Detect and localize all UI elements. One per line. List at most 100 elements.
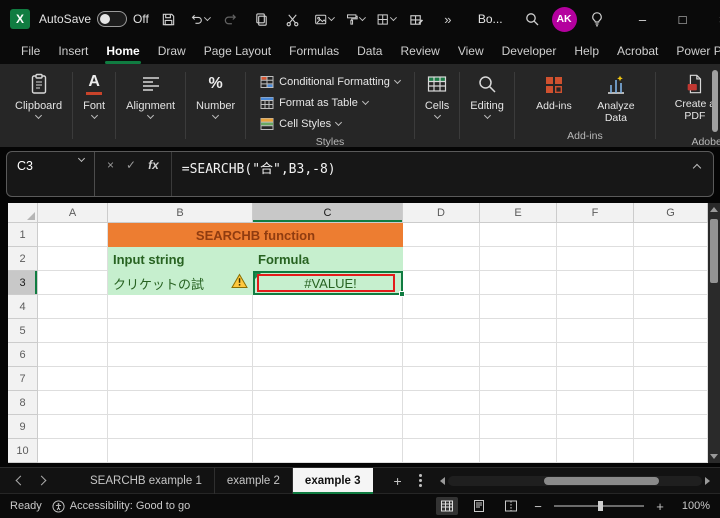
scroll-up-arrow-icon[interactable] <box>710 207 718 212</box>
hscroll-left-arrow-icon[interactable] <box>440 477 445 485</box>
maximize-button[interactable]: □ <box>663 0 703 38</box>
cell-A8[interactable] <box>38 391 108 415</box>
status-mode[interactable]: Ready <box>10 500 42 512</box>
page-layout-view-button[interactable] <box>468 497 490 515</box>
cell-C5[interactable] <box>253 319 403 343</box>
cell-A2[interactable] <box>38 247 108 271</box>
cell-G1[interactable] <box>634 223 708 247</box>
insert-function-button[interactable]: fx <box>148 158 159 174</box>
column-header-D[interactable]: D <box>403 203 480 223</box>
cancel-button[interactable]: × <box>107 158 114 174</box>
row-header-4[interactable]: 4 <box>8 295 38 319</box>
row-header-3[interactable]: 3 <box>8 271 38 295</box>
cell-b1-c1-merged-title[interactable]: SEARCHB function <box>108 223 403 247</box>
error-options-button[interactable] <box>231 273 248 289</box>
cell-D4[interactable] <box>403 295 480 319</box>
addins-button[interactable]: Add-ins <box>525 71 583 112</box>
conditional-formatting-button[interactable]: Conditional Formatting <box>256 71 404 92</box>
cell-D8[interactable] <box>403 391 480 415</box>
column-header-E[interactable]: E <box>480 203 557 223</box>
redo-button[interactable] <box>220 6 242 32</box>
cell-E6[interactable] <box>480 343 557 367</box>
zoom-in-button[interactable]: + <box>654 499 666 514</box>
menu-tab-power-pivot[interactable]: Power Pivot <box>667 38 720 64</box>
normal-view-button[interactable] <box>436 497 458 515</box>
cell-A10[interactable] <box>38 439 108 463</box>
sheet-tab-example-2[interactable]: example 2 <box>215 468 293 494</box>
cell-B7[interactable] <box>108 367 253 391</box>
ribbon-group-cells[interactable]: Cells <box>418 67 456 147</box>
vertical-scrollbar[interactable] <box>708 203 720 463</box>
cell-A1[interactable] <box>38 223 108 247</box>
cell-F1[interactable] <box>557 223 634 247</box>
ribbon-group-font[interactable]: A Font <box>76 67 112 147</box>
cell-G5[interactable] <box>634 319 708 343</box>
format-as-table-button[interactable]: Format as Table <box>256 92 404 113</box>
horizontal-scrollbar-thumb[interactable] <box>544 477 659 485</box>
horizontal-scrollbar[interactable] <box>440 476 710 486</box>
row-header-2[interactable]: 2 <box>8 247 38 271</box>
cell-B9[interactable] <box>108 415 253 439</box>
sheet-nav-left-icon[interactable] <box>16 476 26 486</box>
cell-b2[interactable]: Input string <box>108 247 253 271</box>
menu-tab-home[interactable]: Home <box>97 38 148 64</box>
cell-B5[interactable] <box>108 319 253 343</box>
enter-button[interactable]: ✓ <box>126 158 136 174</box>
cell-D1[interactable] <box>403 223 480 247</box>
cell-A4[interactable] <box>38 295 108 319</box>
sheet-nav-right-icon[interactable] <box>37 476 47 486</box>
cell-A5[interactable] <box>38 319 108 343</box>
row-header-6[interactable]: 6 <box>8 343 38 367</box>
undo-button[interactable] <box>189 6 211 32</box>
borders-button[interactable] <box>375 6 397 32</box>
zoom-out-button[interactable]: − <box>532 499 544 514</box>
zoom-slider[interactable] <box>554 500 644 512</box>
cell-G4[interactable] <box>634 295 708 319</box>
cell-E1[interactable] <box>480 223 557 247</box>
sheet-tab-searchb-example-1[interactable]: SEARCHB example 1 <box>78 468 215 494</box>
cell-G3[interactable] <box>634 271 708 295</box>
cell-D6[interactable] <box>403 343 480 367</box>
autosave-toggle[interactable] <box>97 11 127 27</box>
formula-bar-collapse-button[interactable] <box>681 152 713 196</box>
ribbon-scrollbar[interactable] <box>712 70 718 132</box>
hscroll-right-arrow-icon[interactable] <box>705 477 710 485</box>
search-button[interactable] <box>521 6 543 32</box>
row-header-7[interactable]: 7 <box>8 367 38 391</box>
cell-G10[interactable] <box>634 439 708 463</box>
cell-E3[interactable] <box>480 271 557 295</box>
menu-tab-developer[interactable]: Developer <box>493 38 566 64</box>
menu-tab-page-layout[interactable]: Page Layout <box>195 38 280 64</box>
cell-C6[interactable] <box>253 343 403 367</box>
menu-tab-formulas[interactable]: Formulas <box>280 38 348 64</box>
tips-button[interactable] <box>586 6 608 32</box>
column-header-G[interactable]: G <box>634 203 708 223</box>
zoom-level[interactable]: 100% <box>676 500 710 512</box>
page-break-view-button[interactable] <box>500 497 522 515</box>
cell-c2[interactable]: Formula <box>253 247 403 271</box>
row-header-5[interactable]: 5 <box>8 319 38 343</box>
new-sheet-button[interactable]: + <box>389 473 407 489</box>
menu-tab-acrobat[interactable]: Acrobat <box>608 38 667 64</box>
cell-F6[interactable] <box>557 343 634 367</box>
autosave-control[interactable]: AutoSave Off <box>39 11 149 27</box>
fill-handle[interactable] <box>399 291 405 297</box>
cell-A6[interactable] <box>38 343 108 367</box>
cell-D3[interactable] <box>403 271 480 295</box>
cell-E5[interactable] <box>480 319 557 343</box>
cell-C4[interactable] <box>253 295 403 319</box>
close-button[interactable]: × <box>703 0 720 38</box>
menu-tab-file[interactable]: File <box>12 38 49 64</box>
cell-styles-button[interactable]: Cell Styles <box>256 113 404 134</box>
cell-D10[interactable] <box>403 439 480 463</box>
cell-A3[interactable] <box>38 271 108 295</box>
row-header-10[interactable]: 10 <box>8 439 38 463</box>
menu-tab-insert[interactable]: Insert <box>49 38 97 64</box>
excel-logo-icon[interactable]: X <box>10 9 30 29</box>
column-header-B[interactable]: B <box>108 203 253 223</box>
row-header-9[interactable]: 9 <box>8 415 38 439</box>
cell-G7[interactable] <box>634 367 708 391</box>
column-header-F[interactable]: F <box>557 203 634 223</box>
vertical-scrollbar-thumb[interactable] <box>710 219 718 283</box>
cell-A7[interactable] <box>38 367 108 391</box>
